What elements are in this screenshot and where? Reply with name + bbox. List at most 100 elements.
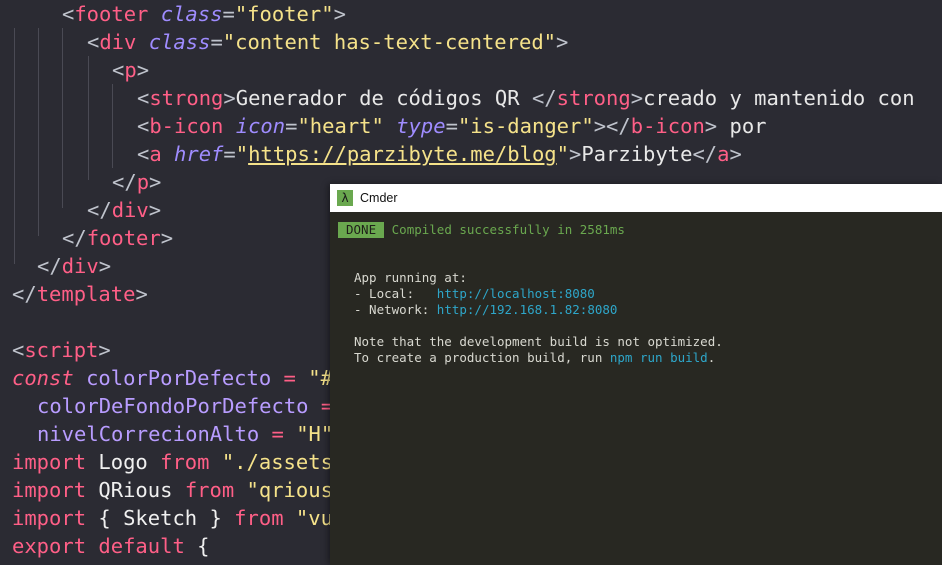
url-link[interactable]: https://parzibyte.me/blog xyxy=(248,142,557,166)
code-line: </footer> xyxy=(62,224,173,252)
title-bar[interactable]: λ Cmder xyxy=(330,184,942,212)
text-content: Parzibyte xyxy=(581,142,693,166)
attr-value: "is-danger" xyxy=(457,114,594,138)
code-line: <p> xyxy=(112,56,149,84)
code-line: nivelCorrecionAlto = "H" xyxy=(37,420,333,448)
local-label: - Local: xyxy=(354,286,437,301)
tag-name: a xyxy=(717,142,730,166)
attr-name: class xyxy=(160,2,223,26)
compile-status-line: DONE Compiled successfully in 2581ms xyxy=(338,222,625,238)
cmder-window[interactable]: λ Cmder DONE Compiled successfully in 25… xyxy=(330,184,942,565)
keyword: from xyxy=(184,478,235,502)
indent-guide xyxy=(62,28,63,208)
keyword: default xyxy=(98,534,185,558)
code-line: <a href="https://parzibyte.me/blog">Parz… xyxy=(137,140,742,168)
keyword: from xyxy=(160,450,210,474)
attr-name: class xyxy=(148,30,211,54)
local-url[interactable]: http://localhost: xyxy=(437,286,565,301)
network-label: - Network: xyxy=(354,302,437,317)
attr-value: "content has-text-centered" xyxy=(222,30,557,54)
network-url[interactable]: http://192.168.1.82: xyxy=(437,302,588,317)
tag-open: < xyxy=(137,142,150,166)
tag-close: > xyxy=(148,198,162,222)
keyword: import xyxy=(12,478,87,502)
done-badge: DONE xyxy=(338,222,385,238)
tag-open: < xyxy=(62,2,75,26)
tag-close: > xyxy=(135,282,148,306)
tag-name: a xyxy=(149,142,162,166)
code-line: <b-icon icon="heart" type="is-danger"></… xyxy=(137,112,767,140)
keyword: from xyxy=(234,506,284,530)
string-literal: "qrious xyxy=(246,478,333,502)
tag-name: script xyxy=(24,338,99,362)
keyword: import xyxy=(12,450,87,474)
network-port[interactable]: 8080 xyxy=(587,302,617,317)
build-hint-text: To create a production build, run xyxy=(354,350,610,365)
tag-name: p xyxy=(136,170,150,194)
tag-open: </ xyxy=(692,142,718,166)
tag-close: > xyxy=(136,58,150,82)
tag-name: div xyxy=(99,30,137,54)
code-line: import QRious from "qrious xyxy=(12,476,333,504)
local-port[interactable]: 8080 xyxy=(565,286,595,301)
code-line: </div> xyxy=(87,196,161,224)
tag-name: p xyxy=(124,58,137,82)
tag-open: < xyxy=(12,338,25,362)
tag-name: b-icon xyxy=(149,114,224,138)
equals: = xyxy=(223,142,236,166)
tag-name: footer xyxy=(86,226,161,250)
equals: = xyxy=(445,114,458,138)
variable-name: colorDeFondoPorDefecto xyxy=(37,394,309,418)
attr-value: "footer" xyxy=(234,2,334,26)
tag-open: < xyxy=(137,114,150,138)
build-hint-suffix: . xyxy=(707,350,716,365)
build-hint-line: To create a production build, run npm ru… xyxy=(354,350,715,366)
tag-close: > xyxy=(98,338,111,362)
identifier: QRious xyxy=(98,478,173,502)
code-line: </p> xyxy=(112,168,161,196)
keyword: const xyxy=(12,366,74,390)
code-line: </template> xyxy=(12,280,148,308)
code-line: <strong>Generador de códigos QR </strong… xyxy=(137,84,915,112)
tag-name: strong xyxy=(149,86,224,110)
tag-open: </ xyxy=(606,114,631,138)
tag-name: div xyxy=(111,198,149,222)
tag-open: < xyxy=(87,30,100,54)
local-url-line: - Local: http://localhost:8080 xyxy=(354,286,595,302)
tag-close: > xyxy=(149,170,162,194)
tag-close: > xyxy=(569,142,582,166)
tag-name: div xyxy=(61,254,99,278)
tag-close: > xyxy=(704,114,718,138)
text-content: por xyxy=(717,114,767,138)
tag-open: </ xyxy=(87,198,112,222)
identifier: { Sketch } xyxy=(98,506,222,530)
tag-name: footer xyxy=(74,2,149,26)
tag-open: </ xyxy=(12,282,37,306)
code-line: export default { xyxy=(12,532,210,560)
tag-name: strong xyxy=(556,86,631,110)
attr-value: "heart" xyxy=(297,114,384,138)
attr-name: type xyxy=(396,114,446,138)
text-content: creado y mantenido con xyxy=(643,86,915,110)
tag-close: > xyxy=(593,114,607,138)
quote: " xyxy=(556,142,569,166)
lambda-icon: λ xyxy=(337,190,353,206)
attr-name: href xyxy=(174,142,224,166)
equals: = xyxy=(285,114,298,138)
terminal-output[interactable]: DONE Compiled successfully in 2581ms App… xyxy=(330,212,942,565)
app-running-line: App running at: xyxy=(354,270,467,286)
build-command: npm run build xyxy=(609,350,708,365)
tag-open: < xyxy=(137,86,150,110)
code-line: colorDeFondoPorDefecto = xyxy=(37,392,333,420)
tag-open: </ xyxy=(112,170,137,194)
tag-name: template xyxy=(36,282,136,306)
tag-open: < xyxy=(112,58,125,82)
tag-close: > xyxy=(333,2,346,26)
text-content: Generador de códigos QR xyxy=(235,86,532,110)
compile-message: Compiled successfully in 2581ms xyxy=(391,222,625,237)
string-literal: "H" xyxy=(296,422,334,446)
string-literal: "./assets xyxy=(221,450,333,474)
note-text: Note that the development build is not o… xyxy=(354,334,723,349)
code-line: </div> xyxy=(37,252,111,280)
equals: = xyxy=(222,2,235,26)
